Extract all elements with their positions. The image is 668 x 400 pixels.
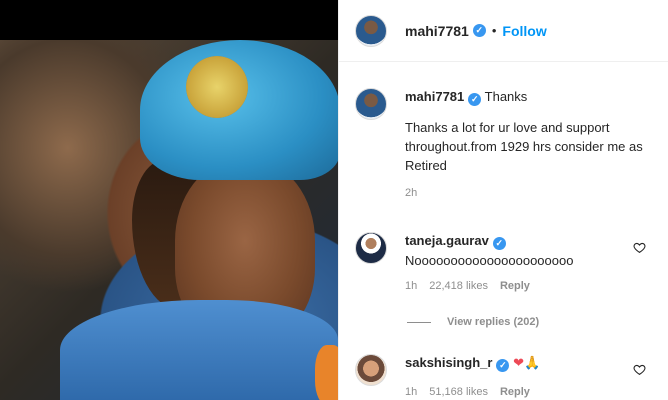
separator-dot: •: [491, 23, 497, 38]
view-replies-button[interactable]: View replies (202): [407, 316, 539, 328]
follow-button[interactable]: Follow: [502, 23, 546, 39]
caption-text: Thanks a lot for ur love and support thr…: [405, 120, 643, 173]
post-header: mahi7781 ✓ • Follow: [339, 0, 668, 62]
comment-time[interactable]: 1h: [405, 280, 417, 292]
photo-shirt: [60, 300, 338, 400]
photo-cap: [140, 40, 338, 180]
verified-badge-icon: ✓: [492, 236, 506, 250]
caption-time[interactable]: 2h: [405, 187, 645, 199]
comment-item: sakshisingh_r ✓ ❤🙏 1h 51,168 likes Reply: [355, 354, 655, 398]
comment-meta: 1h 51,168 likes Reply: [405, 386, 655, 398]
post-media[interactable]: [0, 0, 338, 400]
post-side-panel: mahi7781 ✓ • Follow mahi7781 ✓ Thanks Tha…: [338, 0, 668, 400]
heart-outline-icon[interactable]: [633, 241, 646, 254]
replies-divider: [407, 321, 431, 323]
heart-outline-icon[interactable]: [633, 363, 646, 376]
comment-likes[interactable]: 51,168 likes: [429, 386, 488, 398]
verified-badge-icon: ✓: [472, 24, 486, 37]
view-replies-label[interactable]: View replies (202): [447, 316, 539, 328]
reply-button[interactable]: Reply: [500, 386, 530, 398]
reply-button[interactable]: Reply: [500, 280, 530, 292]
comment-avatar[interactable]: [355, 354, 387, 386]
caption-avatar[interactable]: [355, 88, 387, 120]
comment-time[interactable]: 1h: [405, 386, 417, 398]
verified-badge-icon: ✓: [496, 358, 510, 372]
comment-text: Noooooooooooooooooooooo: [405, 253, 574, 268]
photo-orange-accent: [315, 345, 338, 400]
comment-avatar[interactable]: [355, 232, 387, 264]
post-caption: mahi7781 ✓ Thanks Thanks a lot for ur lov…: [355, 88, 655, 199]
comment-meta: 1h 22,418 likes Reply: [405, 280, 655, 292]
caption-title: Thanks: [484, 89, 528, 104]
author-avatar[interactable]: [355, 14, 387, 47]
caption-line: mahi7781 ✓ Thanks: [405, 88, 645, 106]
comment-likes[interactable]: 22,418 likes: [429, 280, 488, 292]
verified-badge-icon: ✓: [468, 92, 482, 106]
caption-username[interactable]: mahi7781: [405, 89, 464, 104]
author-username[interactable]: mahi7781: [405, 23, 469, 39]
comment-text: ❤🙏: [513, 355, 541, 370]
cap-logo: [186, 56, 248, 118]
comment-username[interactable]: sakshisingh_r: [405, 355, 492, 370]
comment-username[interactable]: taneja.gaurav: [405, 233, 489, 248]
comment-item: taneja.gaurav ✓ Noooooooooooooooooooooo 1…: [355, 232, 655, 292]
